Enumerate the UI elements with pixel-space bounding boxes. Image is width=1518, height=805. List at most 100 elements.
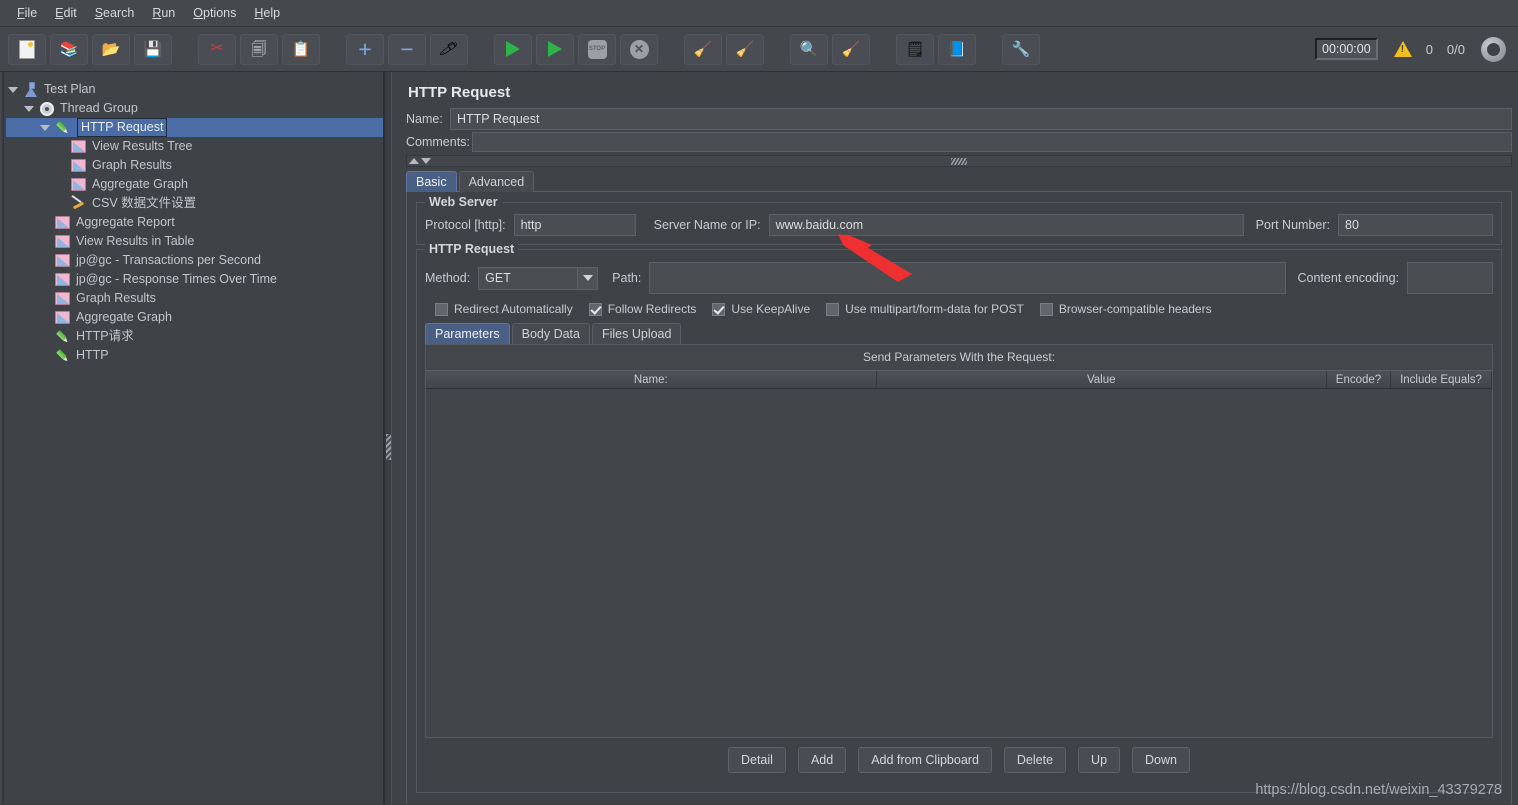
menu-bar: File Edit Search Run Options Help bbox=[0, 0, 1518, 27]
tab-advanced[interactable]: Advanced bbox=[458, 171, 535, 192]
column-header-value[interactable]: Value bbox=[877, 371, 1327, 388]
checkbox-box[interactable] bbox=[588, 302, 602, 316]
checkbox-box[interactable] bbox=[712, 302, 726, 316]
warning-icon[interactable] bbox=[1393, 41, 1412, 57]
checkbox-label: Use multipart/form-data for POST bbox=[845, 302, 1024, 316]
tree-expand-arrow-icon[interactable] bbox=[8, 86, 18, 93]
search-icon[interactable]: 🔍 bbox=[790, 33, 828, 65]
thread-group-icon-glyph bbox=[39, 101, 54, 116]
name-input[interactable]: HTTP Request bbox=[450, 108, 1512, 130]
button-add-from-clipboard[interactable]: Add from Clipboard bbox=[858, 747, 992, 773]
http-request-group-title: HTTP Request bbox=[425, 242, 519, 256]
test-plan-tree[interactable]: Test Plan Thread Group HTTP Request View Re… bbox=[0, 72, 384, 804]
content-encoding-input[interactable] bbox=[1407, 262, 1493, 294]
panel-splitter[interactable] bbox=[384, 72, 392, 804]
start-no-pause-icon[interactable] bbox=[536, 33, 574, 65]
function-helper-icon[interactable]: 🗒 bbox=[896, 33, 934, 65]
checkbox-use-keepalive[interactable]: Use KeepAlive bbox=[712, 302, 810, 316]
undo-icon[interactable]: 🔧 bbox=[1002, 33, 1040, 65]
menu-item-search[interactable]: Search bbox=[86, 3, 144, 23]
tree-node-5[interactable]: Aggregate Graph bbox=[6, 175, 383, 194]
tree-expand-arrow-icon[interactable] bbox=[40, 124, 50, 131]
copy-icon[interactable]: 🗐 bbox=[240, 33, 278, 65]
port-input[interactable]: 80 bbox=[1338, 214, 1493, 236]
chevron-down-icon[interactable] bbox=[577, 267, 598, 289]
parameters-table-body[interactable] bbox=[426, 389, 1492, 737]
subtab-files-upload[interactable]: Files Upload bbox=[591, 323, 682, 344]
column-header-name[interactable]: Name: bbox=[426, 371, 877, 388]
tree-node-10[interactable]: jp@gc - Response Times Over Time bbox=[6, 270, 383, 289]
button-add[interactable]: Add bbox=[797, 747, 847, 773]
button-delete[interactable]: Delete bbox=[1003, 747, 1067, 773]
subtab-body-data[interactable]: Body Data bbox=[511, 323, 590, 344]
save-icon[interactable]: 💾 bbox=[134, 33, 172, 65]
menu-item-file[interactable]: File bbox=[8, 3, 46, 23]
tree-node-12[interactable]: Aggregate Graph bbox=[6, 308, 383, 327]
reset-search-icon[interactable]: 🧹 bbox=[832, 33, 870, 65]
column-header-encode[interactable]: Encode? bbox=[1327, 371, 1391, 388]
clear-all-icon[interactable]: 🧹 bbox=[726, 33, 764, 65]
column-header-include-equals[interactable]: Include Equals? bbox=[1391, 371, 1492, 388]
collapse-toolbar[interactable] bbox=[406, 155, 1512, 167]
checkbox-follow-redirects[interactable]: Follow Redirects bbox=[588, 302, 696, 316]
checkbox-box[interactable] bbox=[435, 302, 448, 316]
collapse-grip[interactable] bbox=[951, 157, 967, 165]
cut-icon[interactable]: ✂ bbox=[198, 33, 236, 65]
checkbox-browser-compatible-headers[interactable]: Browser-compatible headers bbox=[1039, 302, 1212, 316]
tree-node-9[interactable]: jp@gc - Transactions per Second bbox=[6, 251, 383, 270]
menu-item-help[interactable]: Help bbox=[245, 3, 289, 23]
tree-node-8[interactable]: View Results in Table bbox=[6, 232, 383, 251]
tree-node-13[interactable]: HTTP请求 bbox=[6, 327, 383, 346]
button-detail[interactable]: Detail bbox=[727, 747, 786, 773]
comments-input[interactable] bbox=[472, 132, 1512, 152]
parameters-table-header: Name: Value Encode? Include Equals? bbox=[426, 370, 1492, 389]
collapse-up-icon[interactable] bbox=[409, 158, 419, 164]
server-name-field[interactable]: www.baidu.com bbox=[768, 214, 1244, 236]
open-icon[interactable]: 📂 bbox=[92, 33, 130, 65]
parameters-button-row: Detail Add Add from Clipboard Delete Up Down bbox=[425, 738, 1493, 782]
tab-basic[interactable]: Basic bbox=[406, 171, 457, 192]
checkbox-redirect-automatically[interactable]: Redirect Automatically bbox=[435, 302, 573, 316]
shutdown-icon[interactable]: ✕ bbox=[620, 33, 658, 65]
tree-node-7[interactable]: Aggregate Report bbox=[6, 213, 383, 232]
button-up[interactable]: Up bbox=[1078, 747, 1121, 773]
clear-icon[interactable]: 🧹 bbox=[684, 33, 722, 65]
checkbox-box[interactable] bbox=[826, 302, 840, 316]
help-icon[interactable]: 📘 bbox=[938, 33, 976, 65]
stop-icon[interactable]: STOP bbox=[578, 33, 616, 65]
tree-node-label: CSV 数据文件设置 bbox=[92, 196, 197, 210]
protocol-input[interactable]: http bbox=[513, 214, 636, 236]
path-input[interactable] bbox=[649, 262, 1286, 294]
expand-icon[interactable]: + bbox=[346, 33, 384, 65]
menu-item-run[interactable]: Run bbox=[143, 3, 184, 23]
splitter-grip[interactable] bbox=[386, 434, 391, 460]
checkbox-box[interactable] bbox=[1039, 302, 1053, 316]
method-select[interactable]: GET bbox=[478, 266, 599, 290]
checkbox-use-multipart-form-data-for-post[interactable]: Use multipart/form-data for POST bbox=[826, 302, 1024, 316]
main-tabstrip: Basic Advanced bbox=[406, 170, 1512, 192]
button-down[interactable]: Down bbox=[1132, 747, 1190, 773]
tree-node-3[interactable]: View Results Tree bbox=[6, 137, 383, 156]
start-icon[interactable] bbox=[494, 33, 532, 65]
new-icon[interactable] bbox=[8, 33, 46, 65]
menu-item-options[interactable]: Options bbox=[184, 3, 245, 23]
tree-node-14[interactable]: HTTP bbox=[6, 346, 383, 365]
parameters-table[interactable]: Send Parameters With the Request: Name: V… bbox=[425, 344, 1493, 738]
menu-item-edit[interactable]: Edit bbox=[46, 3, 86, 23]
tree-expand-arrow-icon[interactable] bbox=[24, 105, 34, 112]
tree-node-2[interactable]: HTTP Request bbox=[6, 118, 383, 137]
tree-node-1[interactable]: Thread Group bbox=[6, 99, 383, 118]
tree-vertical-scrollbar[interactable] bbox=[0, 72, 4, 804]
collapse-down-icon[interactable] bbox=[421, 158, 431, 164]
paste-icon[interactable]: 📋 bbox=[282, 33, 320, 65]
toggle-icon[interactable]: 🖊 bbox=[430, 33, 468, 65]
toolbar: 📚 📂 💾 ✂ 🗐 📋 + − 🖊 STOP ✕ 🧹 🧹 🔍 🧹 🗒 📘 🔧 0… bbox=[0, 27, 1518, 72]
tree-node-11[interactable]: Graph Results bbox=[6, 289, 383, 308]
tree-node-4[interactable]: Graph Results bbox=[6, 156, 383, 175]
collapse-icon[interactable]: − bbox=[388, 33, 426, 65]
tree-node-6[interactable]: CSV 数据文件设置 bbox=[6, 194, 383, 213]
listener-icon bbox=[54, 233, 71, 250]
templates-icon[interactable]: 📚 bbox=[50, 33, 88, 65]
tree-node-0[interactable]: Test Plan bbox=[6, 80, 383, 99]
subtab-parameters[interactable]: Parameters bbox=[425, 323, 510, 344]
